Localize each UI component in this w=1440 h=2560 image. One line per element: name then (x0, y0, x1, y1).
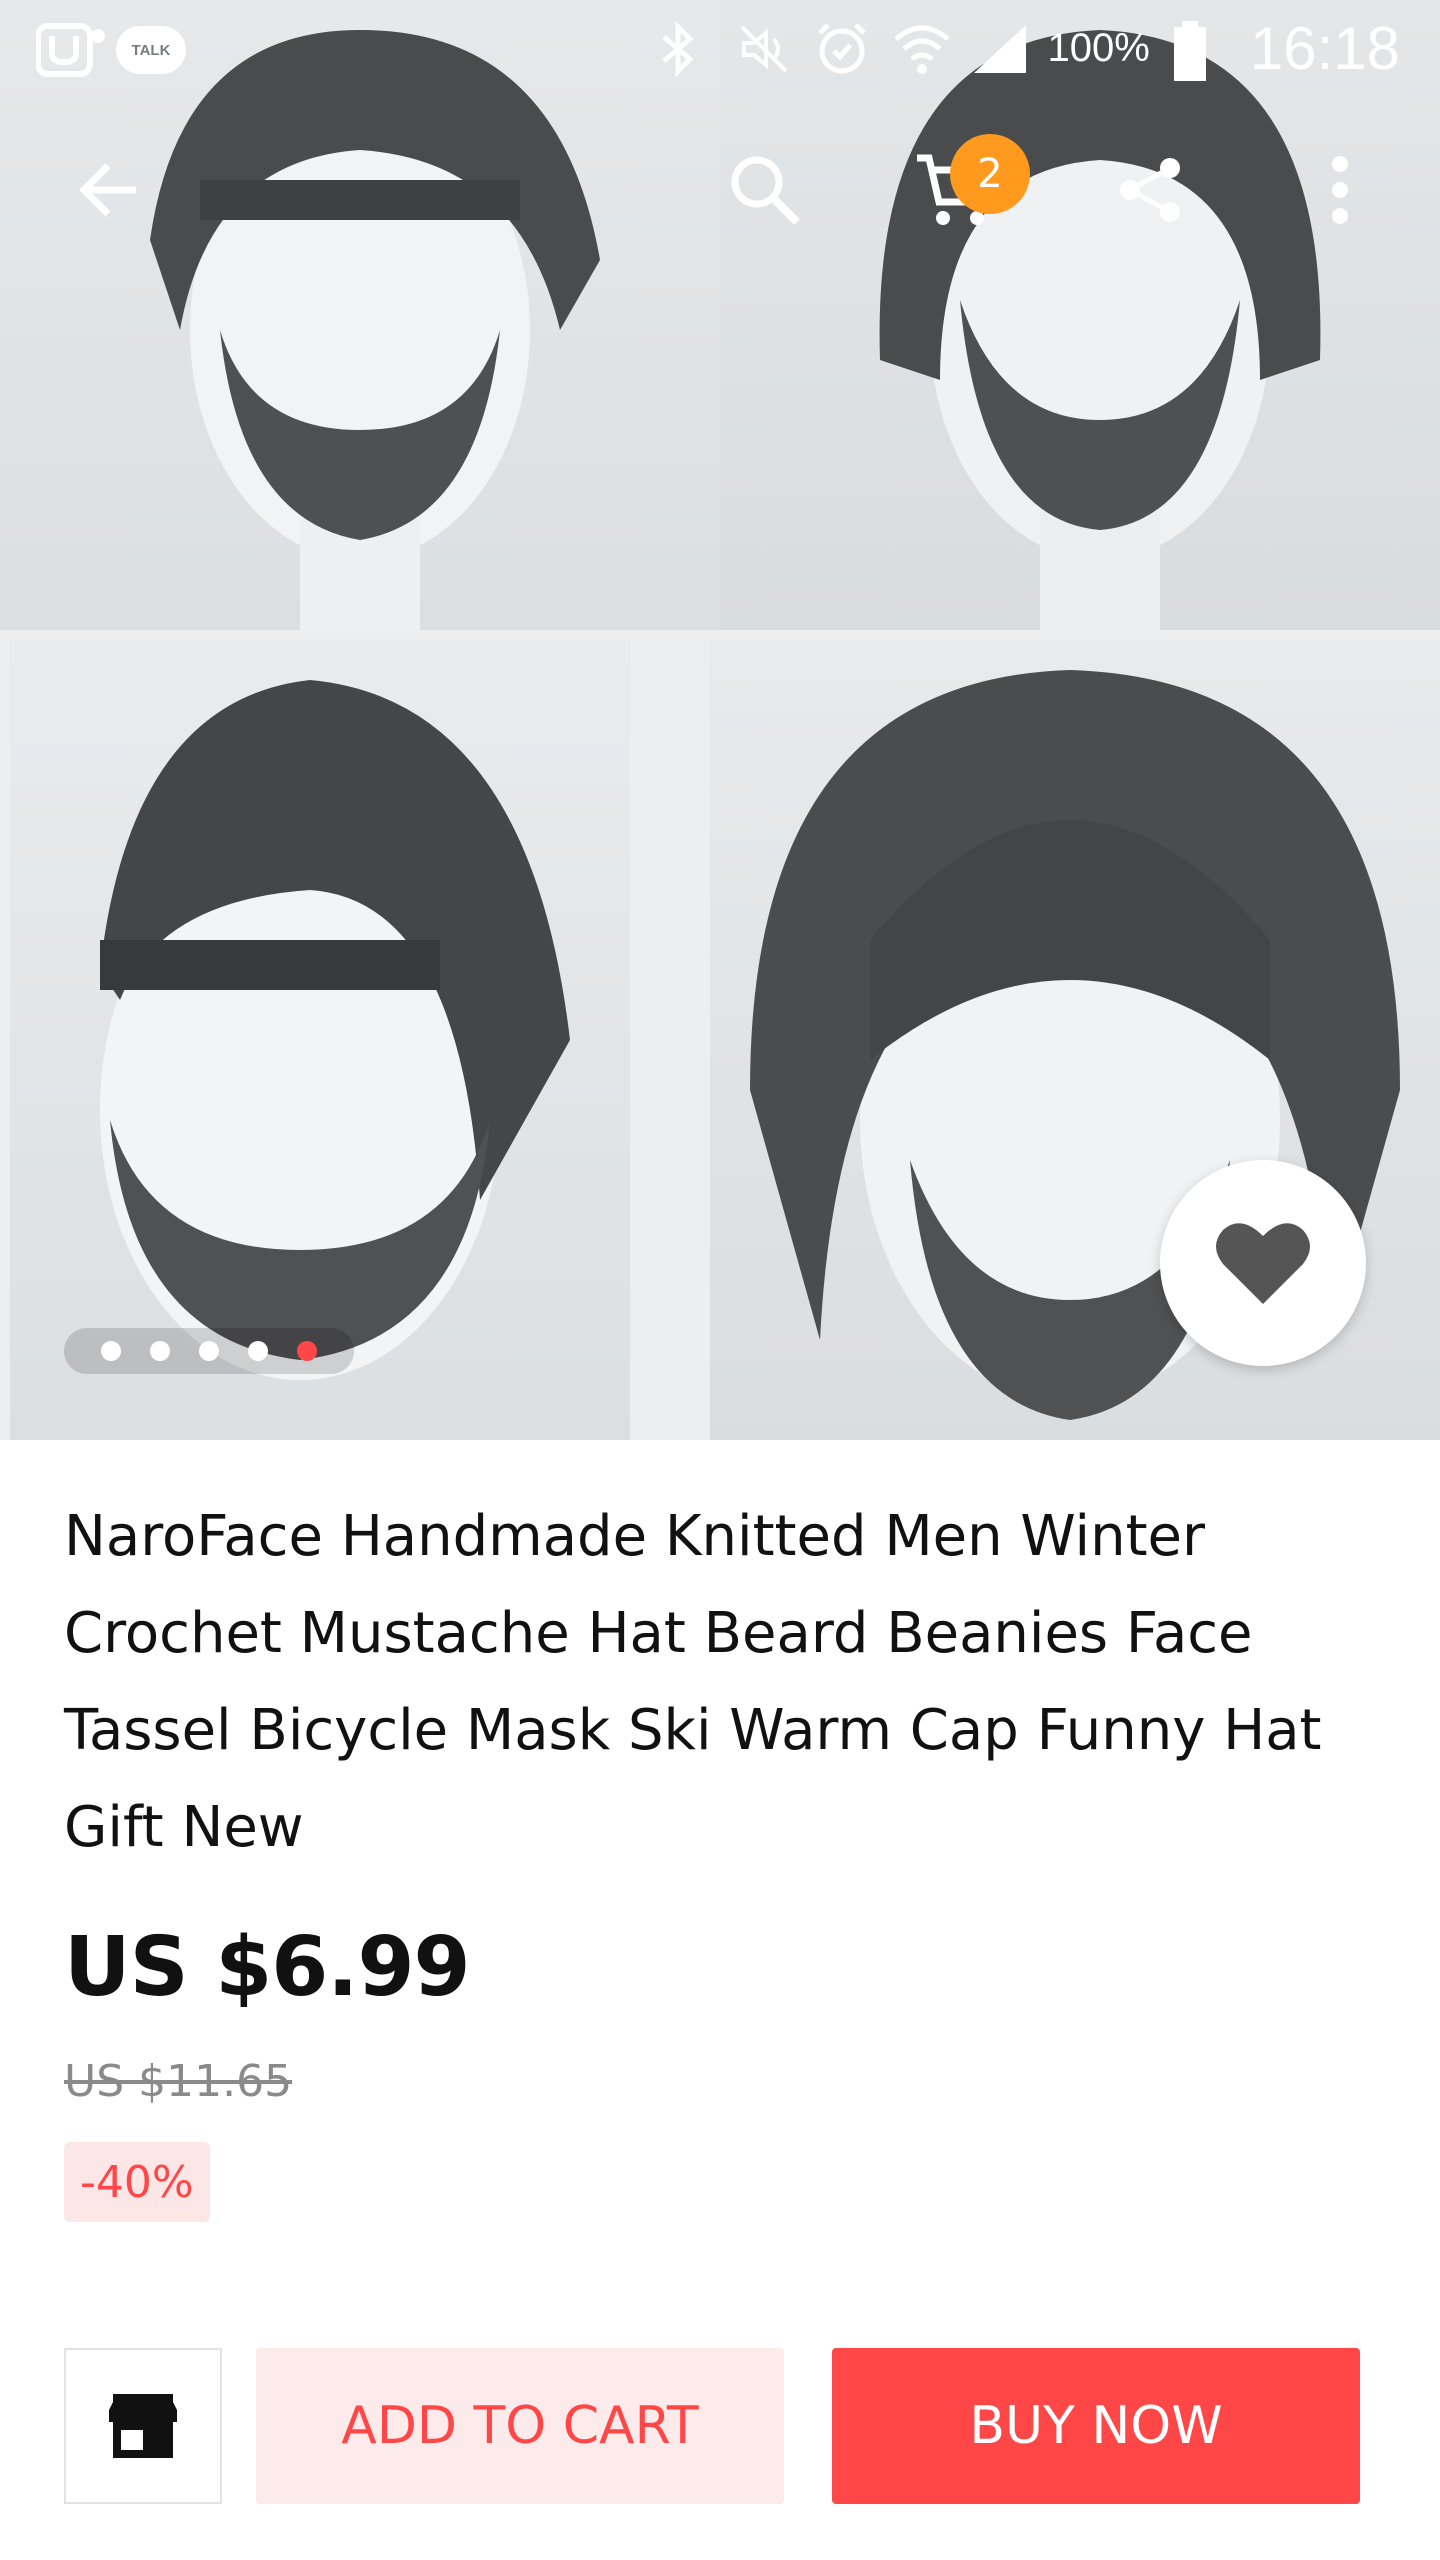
mute-icon (736, 21, 792, 77)
arrow-back-icon (79, 163, 136, 217)
cart-count-badge: 2 (950, 134, 1030, 214)
store-button[interactable] (64, 2348, 222, 2504)
signal-icon (970, 21, 1026, 77)
carousel-indicator (64, 1328, 354, 1374)
heart-icon (1216, 1223, 1310, 1304)
buy-now-button[interactable]: BUY NOW (832, 2348, 1360, 2504)
original-price: US $11.65 (64, 2056, 293, 2107)
product-photo-3 (10, 640, 630, 1440)
status-bar: TALK 100% 16:18 (0, 0, 1440, 100)
app-notification-icon (35, 22, 105, 78)
carousel-dot[interactable] (150, 1341, 170, 1361)
carousel-dot[interactable] (248, 1341, 268, 1361)
carousel-dot-active[interactable] (297, 1341, 317, 1361)
more-vert-icon (1332, 156, 1348, 224)
battery-percent: 100% (1047, 26, 1150, 70)
product-price: US $6.99 (64, 1920, 471, 2015)
more-options-button[interactable] (1290, 140, 1390, 240)
product-title: NaroFace Handmade Knitted Men Winter Cro… (64, 1504, 1322, 1860)
carousel-dot[interactable] (101, 1341, 121, 1361)
search-icon (731, 156, 800, 225)
talk-icon: TALK (116, 26, 186, 74)
status-clock: 16:18 (1249, 15, 1400, 82)
bluetooth-icon (658, 20, 714, 77)
share-icon (1120, 158, 1180, 222)
top-toolbar: 2 (0, 134, 1440, 270)
discount-label: -40% (80, 2156, 194, 2208)
alarm-icon (814, 21, 870, 77)
store-icon (109, 2394, 177, 2458)
search-button[interactable] (715, 140, 815, 240)
battery-icon (1172, 20, 1228, 81)
discount-badge: -40% (64, 2142, 210, 2222)
carousel-dot[interactable] (199, 1341, 219, 1361)
wifi-icon (892, 21, 950, 77)
back-button[interactable] (60, 140, 160, 240)
add-to-cart-button[interactable]: ADD TO CART (256, 2348, 784, 2504)
share-button[interactable] (1100, 140, 1200, 240)
wishlist-button[interactable] (1160, 1160, 1366, 1366)
